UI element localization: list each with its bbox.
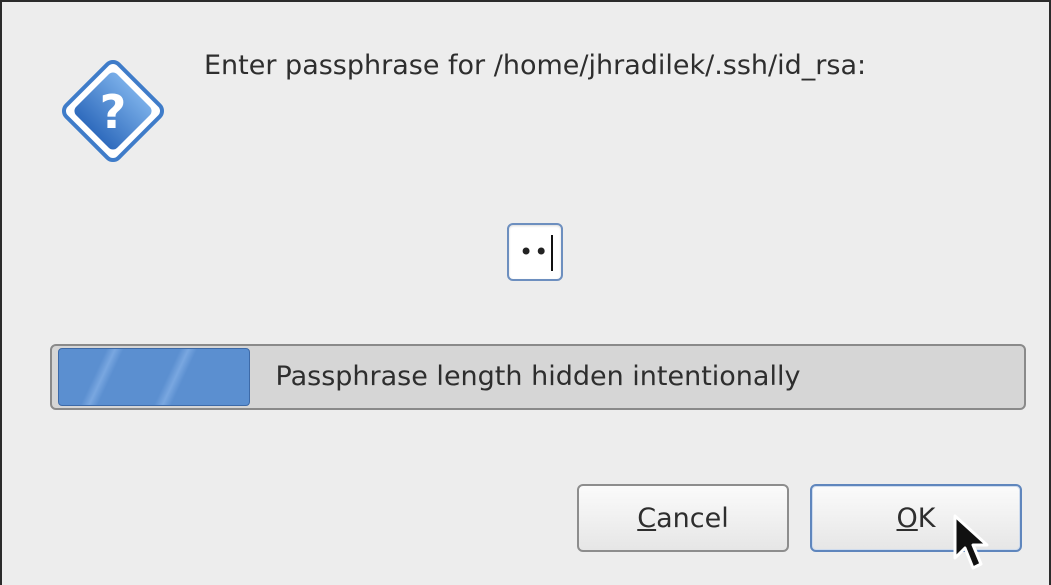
cancel-button[interactable]: Cancel (577, 484, 789, 552)
cancel-mnemonic: C (637, 503, 657, 534)
text-caret (551, 235, 553, 271)
ok-mnemonic: O (896, 503, 918, 534)
prompt-label: Enter passphrase for /home/jhradilek/.ss… (204, 50, 867, 81)
passphrase-input[interactable]: •• (507, 223, 563, 281)
question-icon: ? (61, 59, 165, 163)
masked-passphrase: •• (519, 238, 550, 266)
svg-text:?: ? (100, 85, 127, 139)
passphrase-dialog: ? Enter passphrase for /home/jhradilek/.… (0, 0, 1051, 585)
mouse-pointer-icon (953, 514, 989, 570)
progress-text-highlight: Passphrase length hidden intentionally (52, 346, 250, 408)
ok-label: K (917, 503, 936, 534)
cancel-label: ancel (656, 503, 729, 534)
passphrase-progress-bar: Passphrase length hidden intentionally P… (50, 344, 1026, 410)
